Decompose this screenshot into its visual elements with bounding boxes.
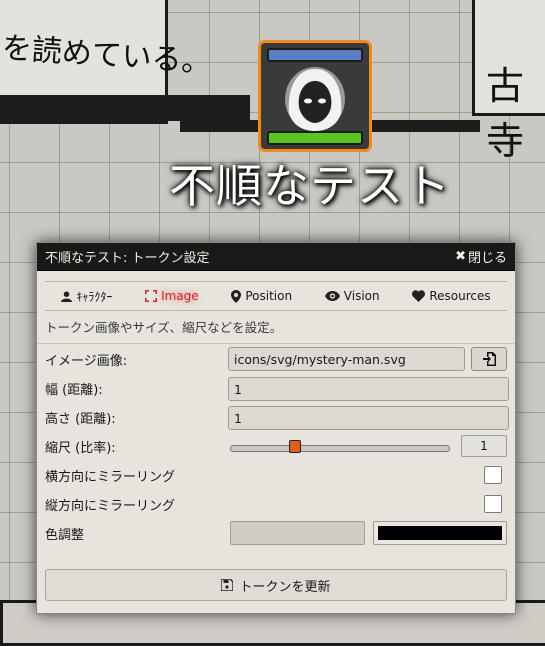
dialog-title: 不順なテスト: トークン設定 xyxy=(45,251,210,266)
hooded-figure-icon xyxy=(285,67,345,131)
tab-vision-label: Vision xyxy=(343,289,380,303)
mirror-x-label: 横方向にミラーリング xyxy=(45,470,176,485)
image-path-input[interactable]: icons/svg/mystery-man.svg xyxy=(228,347,465,371)
scale-value: 1 xyxy=(461,435,507,457)
mirror-y-row: 縦方向にミラーリング xyxy=(37,490,515,519)
heart-icon xyxy=(412,290,426,302)
save-icon xyxy=(221,579,234,591)
close-label: 閉じる xyxy=(467,251,507,266)
tab-resources[interactable]: Resources xyxy=(408,286,494,306)
tab-vision[interactable]: Vision xyxy=(321,286,384,306)
background-text-right: 古寺 xyxy=(486,64,525,163)
image-path-label: イメージ画像: xyxy=(45,354,128,369)
tab-image[interactable]: Image xyxy=(141,286,203,306)
mirror-y-label: 縦方向にミラーリング xyxy=(45,499,176,514)
update-token-label: トークンを更新 xyxy=(239,579,331,595)
mirror-x-checkbox[interactable] xyxy=(484,466,502,484)
token-name-label: 不順なテスト xyxy=(169,159,451,213)
height-label: 高さ (距離): xyxy=(45,412,116,427)
scale-row: 縮尺 (比率): 1 xyxy=(37,432,515,461)
map-pin-icon xyxy=(231,289,242,303)
scale-slider-track[interactable] xyxy=(230,445,450,452)
tint-label: 色調整 xyxy=(45,528,85,543)
tint-color-text-input[interactable] xyxy=(230,521,365,545)
background-dark-bar xyxy=(0,95,250,121)
token-bar-bottom xyxy=(267,131,363,145)
mirror-y-checkbox[interactable] xyxy=(484,495,502,513)
scale-label: 縮尺 (比率): xyxy=(45,441,116,456)
tint-color-picker[interactable] xyxy=(373,521,507,545)
tab-position-label: Position xyxy=(245,289,293,303)
dialog-header[interactable]: 不順なテスト: トークン設定 ✖ 閉じる xyxy=(37,243,515,271)
close-button[interactable]: ✖ 閉じる xyxy=(455,247,507,266)
width-label: 幅 (距離): xyxy=(45,383,103,398)
tab-position[interactable]: Position xyxy=(227,286,296,306)
file-import-icon xyxy=(482,352,496,366)
token[interactable] xyxy=(258,40,372,152)
tint-color-swatch xyxy=(378,526,502,540)
tint-row: 色調整 xyxy=(37,519,515,548)
user-icon xyxy=(61,290,73,302)
tab-image-label: Image xyxy=(161,289,199,303)
mirror-x-row: 横方向にミラーリング xyxy=(37,461,515,490)
file-picker-button[interactable] xyxy=(471,347,507,371)
image-path-row: イメージ画像: icons/svg/mystery-man.svg xyxy=(37,345,515,374)
height-input[interactable]: 1 xyxy=(228,406,509,430)
token-config-dialog: 不順なテスト: トークン設定 ✖ 閉じる ｷｬﾗｸﾀｰ Image Positi… xyxy=(36,242,516,614)
tab-resources-label: Resources xyxy=(429,289,491,303)
close-icon: ✖ xyxy=(455,249,466,264)
expand-icon xyxy=(145,290,158,302)
height-row: 高さ (距離): 1 xyxy=(37,403,515,432)
scale-slider-thumb[interactable] xyxy=(289,440,302,453)
tab-character[interactable]: ｷｬﾗｸﾀｰ xyxy=(57,285,116,308)
width-row: 幅 (距離): 1 xyxy=(37,374,515,403)
eye-icon xyxy=(324,291,340,301)
tab-description: トークン画像やサイズ、縮尺などを設定。 xyxy=(37,311,515,344)
update-token-button[interactable]: トークンを更新 xyxy=(45,569,507,601)
tab-bar: ｷｬﾗｸﾀｰ Image Position Vision Resources xyxy=(45,281,507,311)
width-input[interactable]: 1 xyxy=(228,377,509,401)
token-bar-top xyxy=(267,48,363,62)
tab-character-label: ｷｬﾗｸﾀｰ xyxy=(76,289,113,304)
